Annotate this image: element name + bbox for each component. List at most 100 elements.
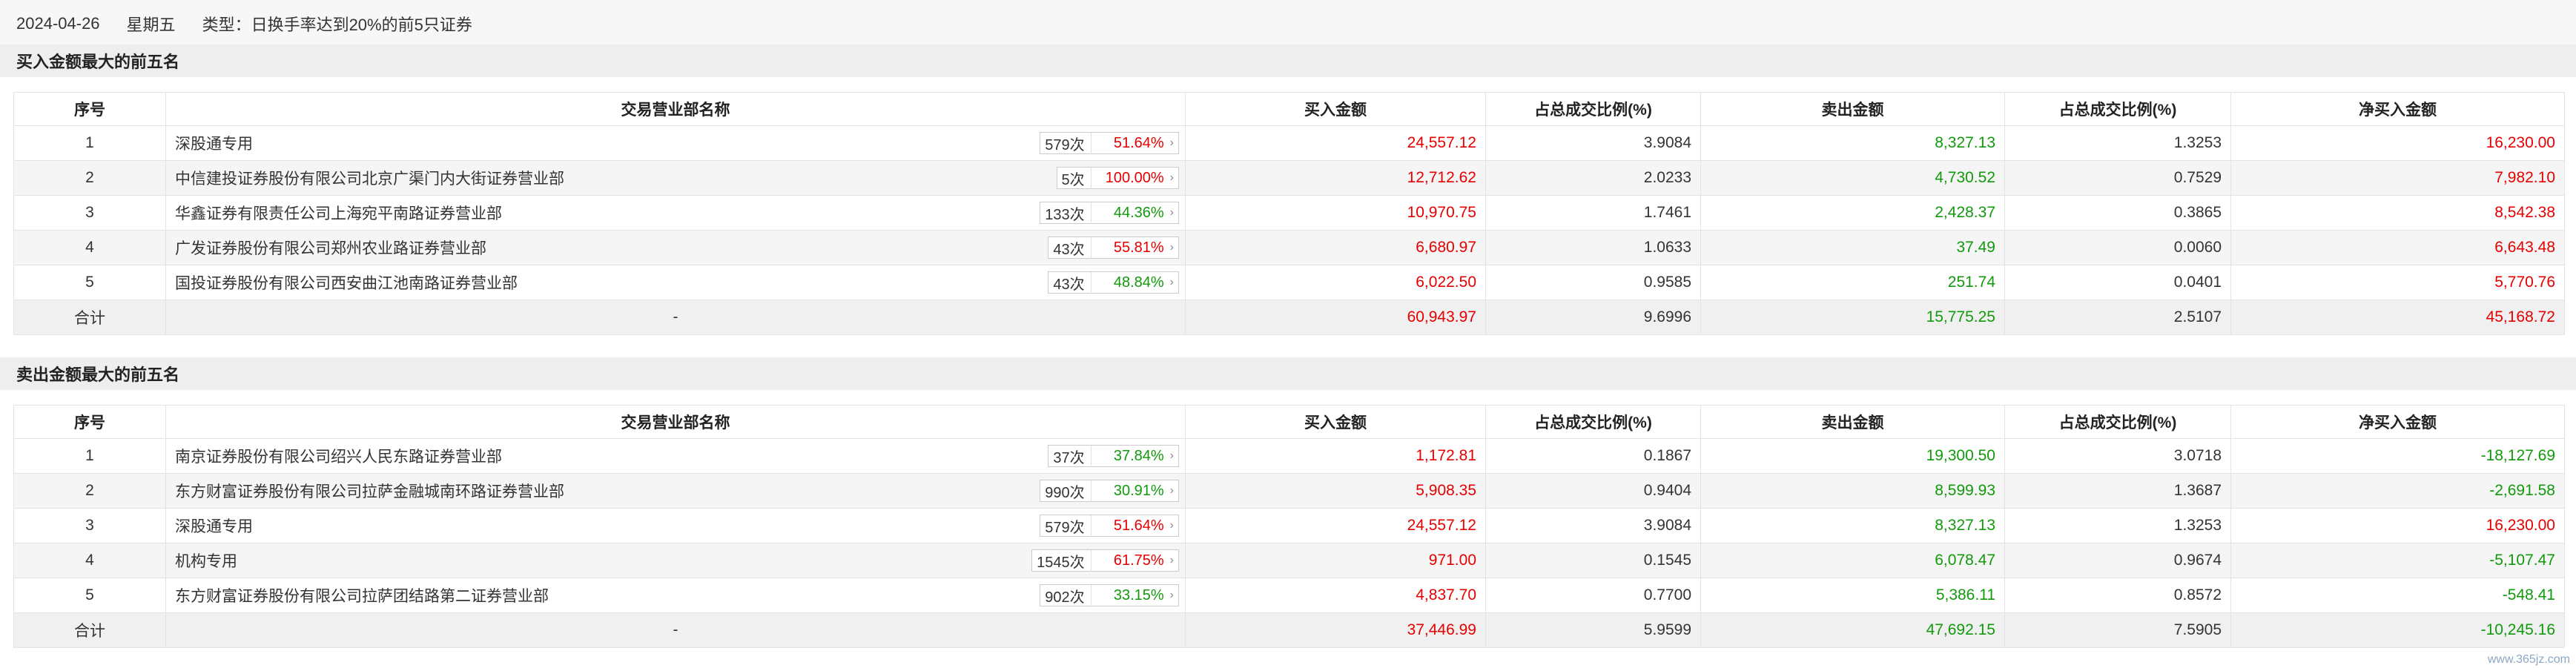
branch-name-link[interactable]: 东方财富证券股份有限公司拉萨金融城南环路证券营业部 <box>175 483 564 500</box>
row-number: 5 <box>13 265 166 300</box>
net-buy-amount: 16,230.00 <box>2230 508 2565 543</box>
appearance-count: 43次 <box>1048 237 1092 259</box>
col-header-sell-ratio: 占总成交比例(%) <box>2004 405 2231 439</box>
total-row: 合计 -37,446.99 5.9599 47,692.15 7.5905 -10,245… <box>13 612 2565 648</box>
trade-date: 2024-04-26 <box>16 14 100 33</box>
col-header-buy: 买入金额 <box>1185 92 1486 126</box>
branch-name-link[interactable]: 机构专用 <box>175 553 237 570</box>
branch-name-link[interactable]: 华鑫证券有限责任公司上海宛平南路证券营业部 <box>175 205 502 222</box>
appearance-count: 579次 <box>1040 132 1092 154</box>
chevron-right-icon: › <box>1169 484 1174 497</box>
sell-ratio: 0.0060 <box>2004 230 2231 265</box>
sell-ratio: 0.8572 <box>2004 578 2231 613</box>
success-rate: 51.64% <box>1113 134 1164 151</box>
table-row: 5 国投证券股份有限公司西安曲江池南路证券营业部 43次 48.84% › 6,022.5… <box>13 265 2565 300</box>
appearance-count: 902次 <box>1040 584 1092 606</box>
buy-amount: 12,712.62 <box>1185 160 1486 196</box>
sell-amount: 37.49 <box>1700 230 2005 265</box>
buy-amount: 10,970.75 <box>1185 195 1486 231</box>
branch-name-link[interactable]: 东方财富证券股份有限公司拉萨团结路第二证券营业部 <box>175 588 549 605</box>
buy-ratio: 3.9084 <box>1485 125 1701 161</box>
success-rate: 55.81% <box>1113 239 1164 256</box>
page: 2024-04-26 星期五 类型：日换手率达到20%的前5只证券 买入金额最大… <box>0 0 2576 668</box>
buy-ratio: 3.9084 <box>1485 508 1701 543</box>
branch-cell: 南京证券股份有限公司绍兴人民东路证券营业部 37次 37.84% › <box>165 438 1186 474</box>
sell-amount: 6,078.47 <box>1700 543 2005 578</box>
branch-stats-badge[interactable]: 133次 44.36% › <box>1040 202 1179 224</box>
buy-amount: 5,908.35 <box>1185 473 1486 509</box>
branch-cell: 中信建投证券股份有限公司北京广渠门内大街证券营业部 5次 100.00% › <box>165 160 1186 196</box>
table-row: 1 南京证券股份有限公司绍兴人民东路证券营业部 37次 37.84% › 1,172.81… <box>13 438 2565 474</box>
success-rate: 37.84% <box>1113 447 1164 464</box>
branch-cell: 深股通专用 579次 51.64% › <box>165 125 1186 161</box>
branch-name-link[interactable]: 中信建投证券股份有限公司北京广渠门内大街证券营业部 <box>175 171 564 188</box>
success-rate: 100.00% <box>1105 169 1164 186</box>
table-row: 2 中信建投证券股份有限公司北京广渠门内大街证券营业部 5次 100.00% › 12,7… <box>13 160 2565 196</box>
branch-name-link[interactable]: 深股通专用 <box>175 136 253 153</box>
branch-stats-badge[interactable]: 43次 55.81% › <box>1048 237 1179 259</box>
branch-stats-badge[interactable]: 902次 33.15% › <box>1040 584 1179 606</box>
total-row: 合计 -60,943.97 9.6996 15,775.25 2.5107 45,168.… <box>13 300 2565 335</box>
buy-top5-table: 序号 交易营业部名称 买入金额 占总成交比例(%) 卖出金额 占总成交比例(%)… <box>13 92 2565 335</box>
buy-section-title: 买入金额最大的前五名 <box>0 44 2576 77</box>
chevron-right-icon: › <box>1169 136 1174 149</box>
table-row: 1 深股通专用 579次 51.64% › 24,557.12 3.9084 8,327.13… <box>13 125 2565 161</box>
branch-name-link[interactable]: 广发证券股份有限公司郑州农业路证券营业部 <box>175 240 486 257</box>
branch-stats-badge[interactable]: 37次 37.84% › <box>1048 445 1179 467</box>
col-header-no: 序号 <box>13 92 166 126</box>
sell-amount: 8,327.13 <box>1700 125 2005 161</box>
total-sell-ratio: 7.5905 <box>2004 612 2231 648</box>
success-rate: 30.91% <box>1113 482 1164 499</box>
buy-ratio: 0.9404 <box>1485 473 1701 509</box>
total-net-buy-amount: 45,168.72 <box>2230 300 2565 335</box>
table-header-row: 序号 交易营业部名称 买入金额 占总成交比例(%) 卖出金额 占总成交比例(%)… <box>13 405 2565 439</box>
appearance-count: 579次 <box>1040 515 1092 537</box>
col-header-no: 序号 <box>13 405 166 439</box>
branch-stats-badge[interactable]: 990次 30.91% › <box>1040 480 1179 502</box>
list-type: 类型：日换手率达到20%的前5只证券 <box>202 16 472 34</box>
col-header-net: 净买入金额 <box>2230 405 2565 439</box>
branch-stats-badge[interactable]: 1545次 61.75% › <box>1031 549 1179 572</box>
branch-name-link[interactable]: 国投证券股份有限公司西安曲江池南路证券营业部 <box>175 275 518 292</box>
appearance-count: 43次 <box>1048 271 1092 294</box>
buy-ratio: 0.1867 <box>1485 438 1701 474</box>
branch-name-link[interactable]: 南京证券股份有限公司绍兴人民东路证券营业部 <box>175 449 502 466</box>
buy-ratio: 1.7461 <box>1485 195 1701 231</box>
col-header-sell-ratio: 占总成交比例(%) <box>2004 92 2231 126</box>
branch-stats-badge[interactable]: 579次 51.64% › <box>1040 132 1179 154</box>
total-branch-placeholder: - <box>165 612 1186 648</box>
total-buy-amount: 60,943.97 <box>1185 300 1486 335</box>
sell-ratio: 1.3253 <box>2004 125 2231 161</box>
total-branch-placeholder: - <box>165 300 1186 335</box>
sell-amount: 8,327.13 <box>1700 508 2005 543</box>
info-bar: 2024-04-26 星期五 类型：日换手率达到20%的前5只证券 <box>0 0 2576 48</box>
branch-cell: 东方财富证券股份有限公司拉萨金融城南环路证券营业部 990次 30.91% › <box>165 473 1186 509</box>
branch-cell: 国投证券股份有限公司西安曲江池南路证券营业部 43次 48.84% › <box>165 265 1186 300</box>
col-header-buy: 买入金额 <box>1185 405 1486 439</box>
row-number: 3 <box>13 508 166 543</box>
branch-stats-badge[interactable]: 579次 51.64% › <box>1040 515 1179 537</box>
branch-stats-badge[interactable]: 5次 100.00% › <box>1056 167 1179 189</box>
sell-amount: 2,428.37 <box>1700 195 2005 231</box>
trade-weekday: 星期五 <box>126 16 176 34</box>
branch-stats-badge[interactable]: 43次 48.84% › <box>1048 271 1179 294</box>
col-header-sell: 卖出金额 <box>1700 92 2005 126</box>
row-number: 2 <box>13 160 166 196</box>
sell-ratio: 0.9674 <box>2004 543 2231 578</box>
col-header-buy-ratio: 占总成交比例(%) <box>1485 92 1701 126</box>
table-row: 2 东方财富证券股份有限公司拉萨金融城南环路证券营业部 990次 30.91% › 5,9… <box>13 473 2565 509</box>
appearance-count: 133次 <box>1040 202 1092 224</box>
branch-name-link[interactable]: 深股通专用 <box>175 518 253 535</box>
net-buy-amount: 7,982.10 <box>2230 160 2565 196</box>
buy-amount: 4,837.70 <box>1185 578 1486 613</box>
table-row: 4 机构专用 1545次 61.75% › 971.00 0.1545 6,078.47 0.9… <box>13 543 2565 578</box>
total-buy-amount: 37,446.99 <box>1185 612 1486 648</box>
success-rate: 33.15% <box>1113 586 1164 603</box>
col-header-buy-ratio: 占总成交比例(%) <box>1485 405 1701 439</box>
row-number: 1 <box>13 125 166 161</box>
sell-amount: 5,386.11 <box>1700 578 2005 613</box>
col-header-net: 净买入金额 <box>2230 92 2565 126</box>
sell-ratio: 0.3865 <box>2004 195 2231 231</box>
net-buy-amount: 8,542.38 <box>2230 195 2565 231</box>
total-net-buy-amount: -10,245.16 <box>2230 612 2565 648</box>
